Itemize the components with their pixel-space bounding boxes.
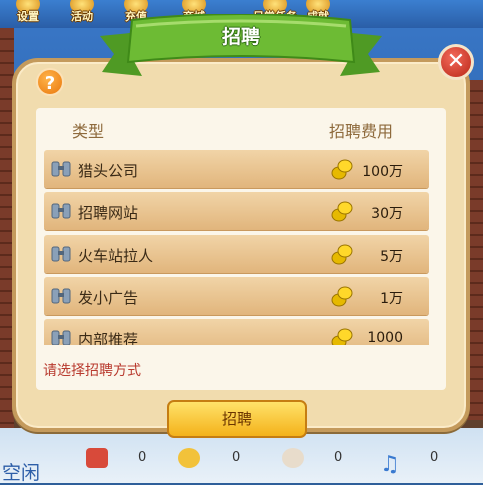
binoculars-icon (51, 203, 71, 219)
bottom-count: 0 (334, 450, 343, 465)
column-header-type: 类型 (72, 122, 105, 141)
help-button[interactable]: ? (36, 68, 64, 96)
recruit-option-train-station[interactable]: 火车站拉人 5万 (44, 235, 429, 273)
help-icon: ? (44, 73, 56, 94)
gold-coin-icon (331, 244, 353, 265)
bottom-count: 0 (138, 450, 147, 465)
settings-button[interactable]: 设置 (6, 0, 50, 26)
close-button[interactable]: ✕ (438, 44, 474, 80)
music-note-icon: ♫ (380, 452, 400, 477)
bottom-count: 0 (430, 450, 439, 465)
recruit-option-referral[interactable]: 内部推荐 1000 (44, 319, 429, 345)
binoculars-icon (51, 246, 71, 262)
recruit-options-list[interactable]: 猎头公司 100万 招聘网站 30万 火车站拉人 5万 发小广告 1万 内部推荐… (44, 147, 429, 345)
option-price: 1万 (380, 291, 403, 307)
dialog-title: 招聘 (221, 26, 260, 48)
recruit-option-flyers[interactable]: 发小广告 1万 (44, 277, 429, 315)
option-name: 猎头公司 (78, 162, 139, 180)
bottom-item-icon (178, 448, 200, 468)
recruit-option-headhunter[interactable]: 猎头公司 100万 (44, 150, 429, 188)
selection-hint: 请选择招聘方式 (43, 363, 141, 379)
option-price: 30万 (371, 206, 403, 222)
gold-coin-icon (331, 286, 353, 307)
option-name: 火车站拉人 (78, 247, 154, 265)
binoculars-icon (51, 161, 71, 177)
bottom-count: 0 (232, 450, 241, 465)
gold-coin-icon (331, 328, 353, 345)
bottom-item-icon (86, 448, 108, 468)
status-text: 空闲 (2, 462, 41, 484)
option-name: 发小广告 (78, 289, 139, 307)
column-header-cost: 招聘费用 (329, 122, 394, 141)
gold-coin-icon (331, 201, 353, 222)
bottom-item-icon (282, 448, 304, 468)
option-price: 5万 (380, 249, 403, 265)
option-name: 招聘网站 (78, 204, 139, 222)
option-name: 内部推荐 (78, 331, 139, 345)
recruit-button[interactable]: 招聘 (167, 400, 307, 438)
gold-coin-icon (331, 159, 353, 180)
option-price: 1000 (367, 330, 403, 345)
binoculars-icon (51, 288, 71, 304)
recruit-option-website[interactable]: 招聘网站 30万 (44, 192, 429, 230)
close-icon: ✕ (446, 49, 466, 74)
binoculars-icon (51, 330, 71, 345)
option-price: 100万 (362, 164, 403, 180)
